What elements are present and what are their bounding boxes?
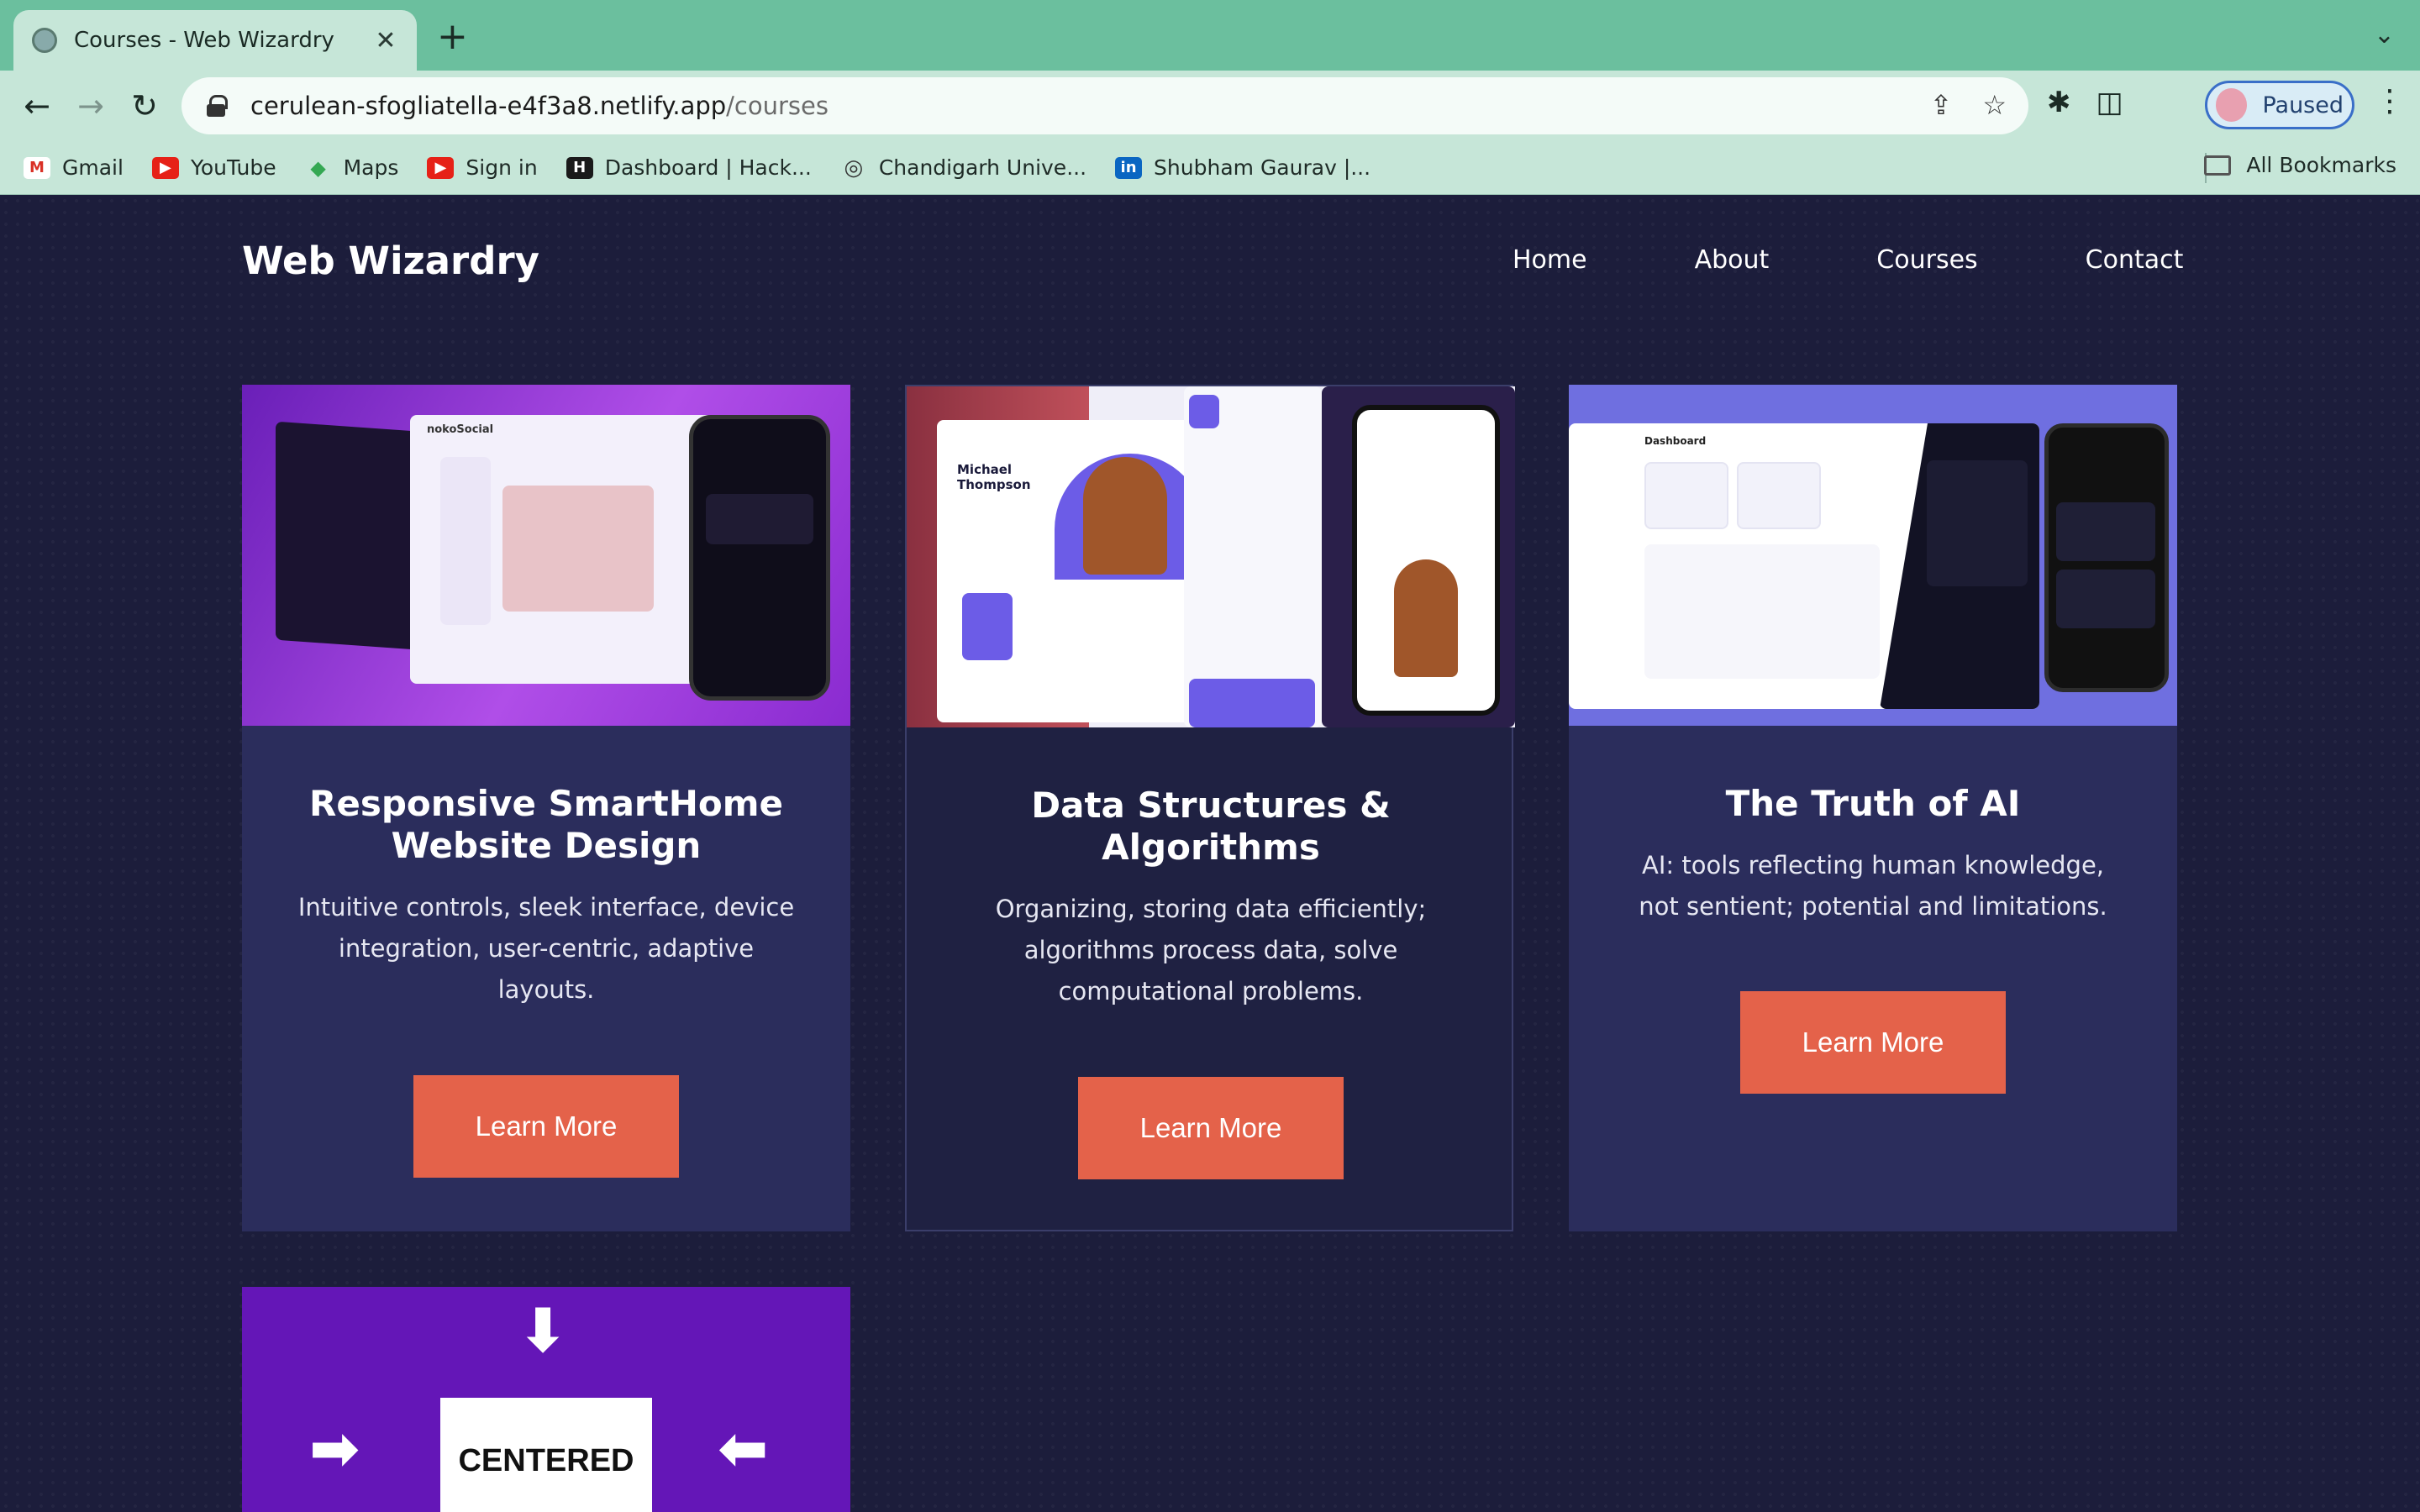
hackerrank-icon: H bbox=[566, 156, 593, 179]
close-icon[interactable]: ✕ bbox=[373, 26, 398, 55]
thumb-label: Dashboard bbox=[1644, 435, 1707, 447]
course-thumbnail: ⬇ ➡ ⬅ CENTERED bbox=[242, 1287, 850, 1512]
lock-icon[interactable] bbox=[207, 95, 228, 117]
main-nav: Home About Courses Contact bbox=[1512, 245, 2183, 275]
site-brand[interactable]: Web Wizardry bbox=[242, 239, 539, 283]
extensions-icon[interactable]: ✱ bbox=[2047, 86, 2071, 119]
bookmark-label: Maps bbox=[343, 155, 399, 180]
card-title: Data Structures & Algorithms bbox=[1031, 785, 1391, 868]
maps-icon: ◆ bbox=[310, 155, 326, 180]
address-bar[interactable]: cerulean-sfogliatella-e4f3a8.netlify.app… bbox=[182, 77, 2028, 134]
tab-strip: Courses - Web Wizardry ✕ + ⌄ bbox=[0, 0, 2420, 71]
all-bookmarks-label: All Bookmarks bbox=[2246, 153, 2396, 177]
course-thumbnail: Michael Thompson bbox=[907, 386, 1515, 727]
course-thumbnail: Dashboard bbox=[1569, 385, 2177, 726]
card-description: Organizing, storing data efficiently; al… bbox=[995, 895, 1427, 1005]
profile-status: Paused bbox=[2262, 92, 2344, 118]
bookmark-label: Dashboard | Hack... bbox=[604, 155, 812, 180]
avatar bbox=[2216, 88, 2248, 122]
share-icon[interactable]: ⇪ bbox=[1930, 89, 1953, 121]
new-tab-button[interactable]: + bbox=[437, 18, 468, 55]
arrow-down-icon: ⬇ bbox=[518, 1295, 569, 1366]
back-button[interactable]: ← bbox=[17, 86, 57, 126]
card-title: Responsive SmartHome Website Design bbox=[309, 783, 783, 866]
bookmark-hackerrank[interactable]: H Dashboard | Hack... bbox=[566, 155, 812, 180]
course-card: ⬇ ➡ ⬅ CENTERED bbox=[242, 1287, 850, 1512]
nav-about[interactable]: About bbox=[1695, 245, 1770, 275]
course-card: Dashboard The Truth of AI AI: tools refl… bbox=[1569, 385, 2177, 1231]
reload-button[interactable]: ↻ bbox=[124, 86, 165, 126]
thumb-label: Michael Thompson bbox=[957, 462, 1031, 492]
bookmark-label: YouTube bbox=[190, 155, 276, 180]
card-description: AI: tools reflecting human knowledge, no… bbox=[1639, 851, 2107, 921]
thumb-label: CENTERED bbox=[440, 1398, 652, 1512]
bookmark-label: Sign in bbox=[466, 155, 538, 180]
forward-button[interactable]: → bbox=[71, 86, 111, 126]
nav-contact[interactable]: Contact bbox=[2086, 245, 2184, 275]
nav-home[interactable]: Home bbox=[1512, 245, 1587, 275]
chevron-down-icon[interactable]: ⌄ bbox=[2374, 20, 2395, 50]
bookmark-linkedin[interactable]: in Shubham Gaurav |... bbox=[1115, 155, 1370, 180]
linkedin-icon: in bbox=[1115, 156, 1143, 179]
tab-courses[interactable]: Courses - Web Wizardry ✕ bbox=[13, 10, 417, 71]
card-title: The Truth of AI bbox=[1725, 783, 2021, 824]
sidepanel-icon[interactable]: ◫ bbox=[2096, 86, 2123, 119]
url-host: cerulean-sfogliatella-e4f3a8.netlify.app bbox=[250, 92, 727, 120]
bookmark-label: Shubham Gaurav |... bbox=[1154, 155, 1371, 180]
bookmark-sign-in[interactable]: ▶ Sign in bbox=[427, 155, 538, 180]
url-path: /courses bbox=[726, 92, 829, 120]
learn-more-button[interactable]: Learn More bbox=[413, 1075, 679, 1178]
all-bookmarks-button[interactable]: All Bookmarks bbox=[2204, 153, 2396, 177]
arrow-left-icon: ⬅ bbox=[718, 1413, 769, 1483]
browser-chrome: Courses - Web Wizardry ✕ + ⌄ ← → ↻ cerul… bbox=[0, 0, 2420, 195]
learn-more-button[interactable]: Learn More bbox=[1740, 991, 2006, 1094]
bookmark-gmail[interactable]: M Gmail bbox=[24, 155, 124, 180]
learn-more-button[interactable]: Learn More bbox=[1078, 1077, 1344, 1179]
bookmark-label: Gmail bbox=[62, 155, 124, 180]
youtube-icon: ▶ bbox=[427, 156, 455, 179]
arrow-right-icon: ➡ bbox=[309, 1413, 360, 1483]
nav-courses[interactable]: Courses bbox=[1876, 245, 1977, 275]
course-card: nokoSocial Responsive SmartHome Website … bbox=[242, 385, 850, 1231]
youtube-icon: ▶ bbox=[151, 156, 179, 179]
star-icon[interactable]: ☆ bbox=[1982, 89, 2007, 121]
bookmarks-bar: M Gmail ▶ YouTube ◆ Maps ▶ Sign in H Dashboar… bbox=[0, 141, 2420, 195]
course-thumbnail: nokoSocial bbox=[242, 385, 850, 726]
bookmark-youtube[interactable]: ▶ YouTube bbox=[151, 155, 276, 180]
tab-title: Courses - Web Wizardry bbox=[74, 28, 334, 53]
thumb-label: nokoSocial bbox=[427, 423, 494, 436]
card-description: Intuitive controls, sleek interface, dev… bbox=[297, 893, 795, 1004]
profile-button[interactable]: Paused bbox=[2205, 81, 2354, 129]
browser-toolbar: ← → ↻ cerulean-sfogliatella-e4f3a8.netli… bbox=[0, 71, 2420, 141]
bookmark-label: Chandigarh Unive... bbox=[878, 155, 1087, 180]
folder-icon bbox=[2204, 155, 2232, 176]
course-card: Michael Thompson Data Structures & Algor… bbox=[905, 385, 1515, 1231]
bookmark-chandigarh[interactable]: ◎ Chandigarh Unive... bbox=[840, 155, 1087, 181]
menu-icon[interactable]: ⋮ bbox=[2375, 84, 2405, 118]
globe-icon bbox=[32, 28, 57, 53]
page-content: Web Wizardry Home About Courses Contact … bbox=[0, 195, 2420, 1512]
globe-icon: ◎ bbox=[844, 155, 864, 181]
gmail-icon: M bbox=[24, 156, 50, 179]
bookmark-maps[interactable]: ◆ Maps bbox=[305, 155, 399, 180]
